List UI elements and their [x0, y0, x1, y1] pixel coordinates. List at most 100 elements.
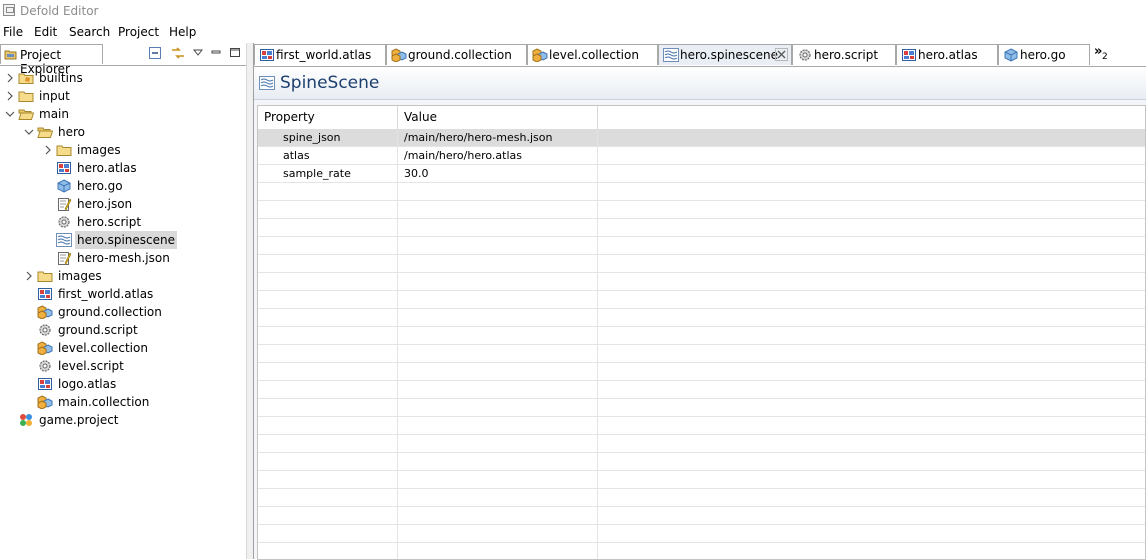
filler-cell	[598, 363, 1145, 381]
property-row[interactable]: sample_rate 30.0	[258, 165, 1145, 183]
menu-bar: File Edit Search Project Help	[0, 22, 1146, 41]
collection-icon	[532, 48, 548, 63]
property-name-cell	[258, 291, 398, 309]
property-value-cell	[398, 381, 598, 399]
more-tabs-button[interactable]: » 2	[1092, 43, 1122, 66]
collection-icon	[391, 48, 407, 63]
editor-tab-label: hero.spinescene	[680, 48, 779, 62]
property-name-cell	[258, 255, 398, 273]
collapse-all-icon[interactable]	[148, 46, 162, 60]
atlas-icon	[901, 48, 916, 62]
filler-cell	[598, 453, 1145, 471]
filler-cell	[598, 291, 1145, 309]
editor-tab[interactable]: ground.collection	[386, 44, 527, 65]
spinescene-icon	[259, 76, 275, 90]
editor-tab[interactable]: hero.go	[998, 44, 1090, 65]
property-value-cell[interactable]: /main/hero/hero.atlas	[398, 147, 598, 165]
atlas-icon	[56, 161, 72, 175]
chevron-down-icon[interactable]	[3, 105, 17, 123]
editor-tab[interactable]: hero.script	[792, 44, 896, 65]
folder-icon	[56, 143, 72, 157]
property-value-cell	[398, 345, 598, 363]
window-title: Defold Editor	[20, 4, 99, 18]
project-icon	[18, 413, 34, 427]
project-explorer-tabbar: Project Explorer	[0, 43, 246, 76]
property-table-header: Property Value	[258, 106, 1145, 130]
empty-row	[258, 435, 1145, 453]
maximize-view-icon[interactable]	[229, 46, 243, 60]
tree-item-label: images	[58, 269, 102, 283]
editor-tab-label: hero.script	[814, 48, 879, 62]
tree-item-label: hero.spinescene	[75, 231, 178, 249]
property-value-cell[interactable]: 30.0	[398, 165, 598, 183]
menu-help[interactable]: Help	[169, 25, 196, 39]
project-explorer-tab[interactable]: Project Explorer	[0, 44, 103, 76]
property-table: Property Value spine_json/main/hero/hero…	[257, 105, 1146, 560]
empty-row	[258, 183, 1145, 201]
filler-cell	[598, 183, 1145, 201]
folder-icon	[37, 269, 53, 283]
chevron-right-icon[interactable]	[3, 69, 17, 87]
spinescene-icon	[663, 48, 679, 62]
editor-tab[interactable]: first_world.atlas	[254, 44, 386, 65]
folder-open-icon	[18, 107, 35, 121]
property-name-cell: spine_json	[258, 129, 398, 147]
property-name-cell	[258, 471, 398, 489]
property-name-cell	[258, 237, 398, 255]
project-tree[interactable]: builtins input main hero images hero.atlas her…	[0, 65, 246, 560]
collection-icon	[37, 341, 53, 356]
filler-cell	[598, 309, 1145, 327]
tree-item-label: level.collection	[58, 341, 148, 355]
filler-cell	[598, 489, 1145, 507]
property-value-cell[interactable]: /main/hero/hero-mesh.json	[398, 129, 598, 147]
menu-file[interactable]: File	[3, 25, 23, 39]
link-with-editor-icon[interactable]	[170, 46, 184, 60]
property-value-cell	[398, 417, 598, 435]
column-header-value[interactable]: Value	[398, 106, 598, 129]
empty-row	[258, 237, 1145, 255]
filler-cell	[598, 129, 1145, 147]
chevron-right-icon[interactable]	[41, 141, 55, 159]
editor-tab[interactable]: level.collection	[527, 44, 658, 65]
chevron-down-icon[interactable]	[22, 123, 36, 141]
atlas-icon	[37, 287, 53, 301]
menu-edit[interactable]: Edit	[34, 25, 57, 39]
minimize-view-icon[interactable]	[210, 46, 224, 60]
panel-splitter[interactable]	[246, 43, 254, 559]
chevron-right-icon[interactable]	[3, 87, 17, 105]
property-row[interactable]: atlas/main/hero/hero.atlas	[258, 147, 1145, 165]
empty-row	[258, 381, 1145, 399]
empty-row	[258, 255, 1145, 273]
empty-row	[258, 345, 1145, 363]
menu-search[interactable]: Search	[69, 25, 110, 39]
filler-cell	[598, 381, 1145, 399]
editor-tab[interactable]: hero.spinescene	[658, 44, 792, 65]
folder-open-icon	[37, 125, 54, 139]
editor-tab-label: first_world.atlas	[276, 48, 372, 62]
property-name-cell	[258, 309, 398, 327]
close-tab-icon[interactable]	[775, 48, 788, 61]
property-name-cell	[258, 219, 398, 237]
column-header-property[interactable]: Property	[258, 106, 398, 129]
tree-item-label: main	[39, 107, 69, 121]
filler-cell	[598, 327, 1145, 345]
tree-item-label: game.project	[39, 413, 119, 427]
tree-item-label: hero	[58, 125, 85, 139]
editor-tab-label: level.collection	[549, 48, 639, 62]
empty-row	[258, 309, 1145, 327]
property-name-cell	[258, 489, 398, 507]
view-menu-icon[interactable]	[192, 46, 207, 60]
tree-item-label: main.collection	[58, 395, 150, 409]
property-row[interactable]: spine_json/main/hero/hero-mesh.json	[258, 129, 1145, 147]
property-value-cell	[398, 363, 598, 381]
tree-item-label: logo.atlas	[58, 377, 117, 391]
editor-tab[interactable]: hero.atlas	[896, 44, 998, 65]
menu-project[interactable]: Project	[118, 25, 159, 39]
property-name-cell: atlas	[258, 147, 398, 165]
chevron-right-icon[interactable]	[22, 267, 36, 285]
